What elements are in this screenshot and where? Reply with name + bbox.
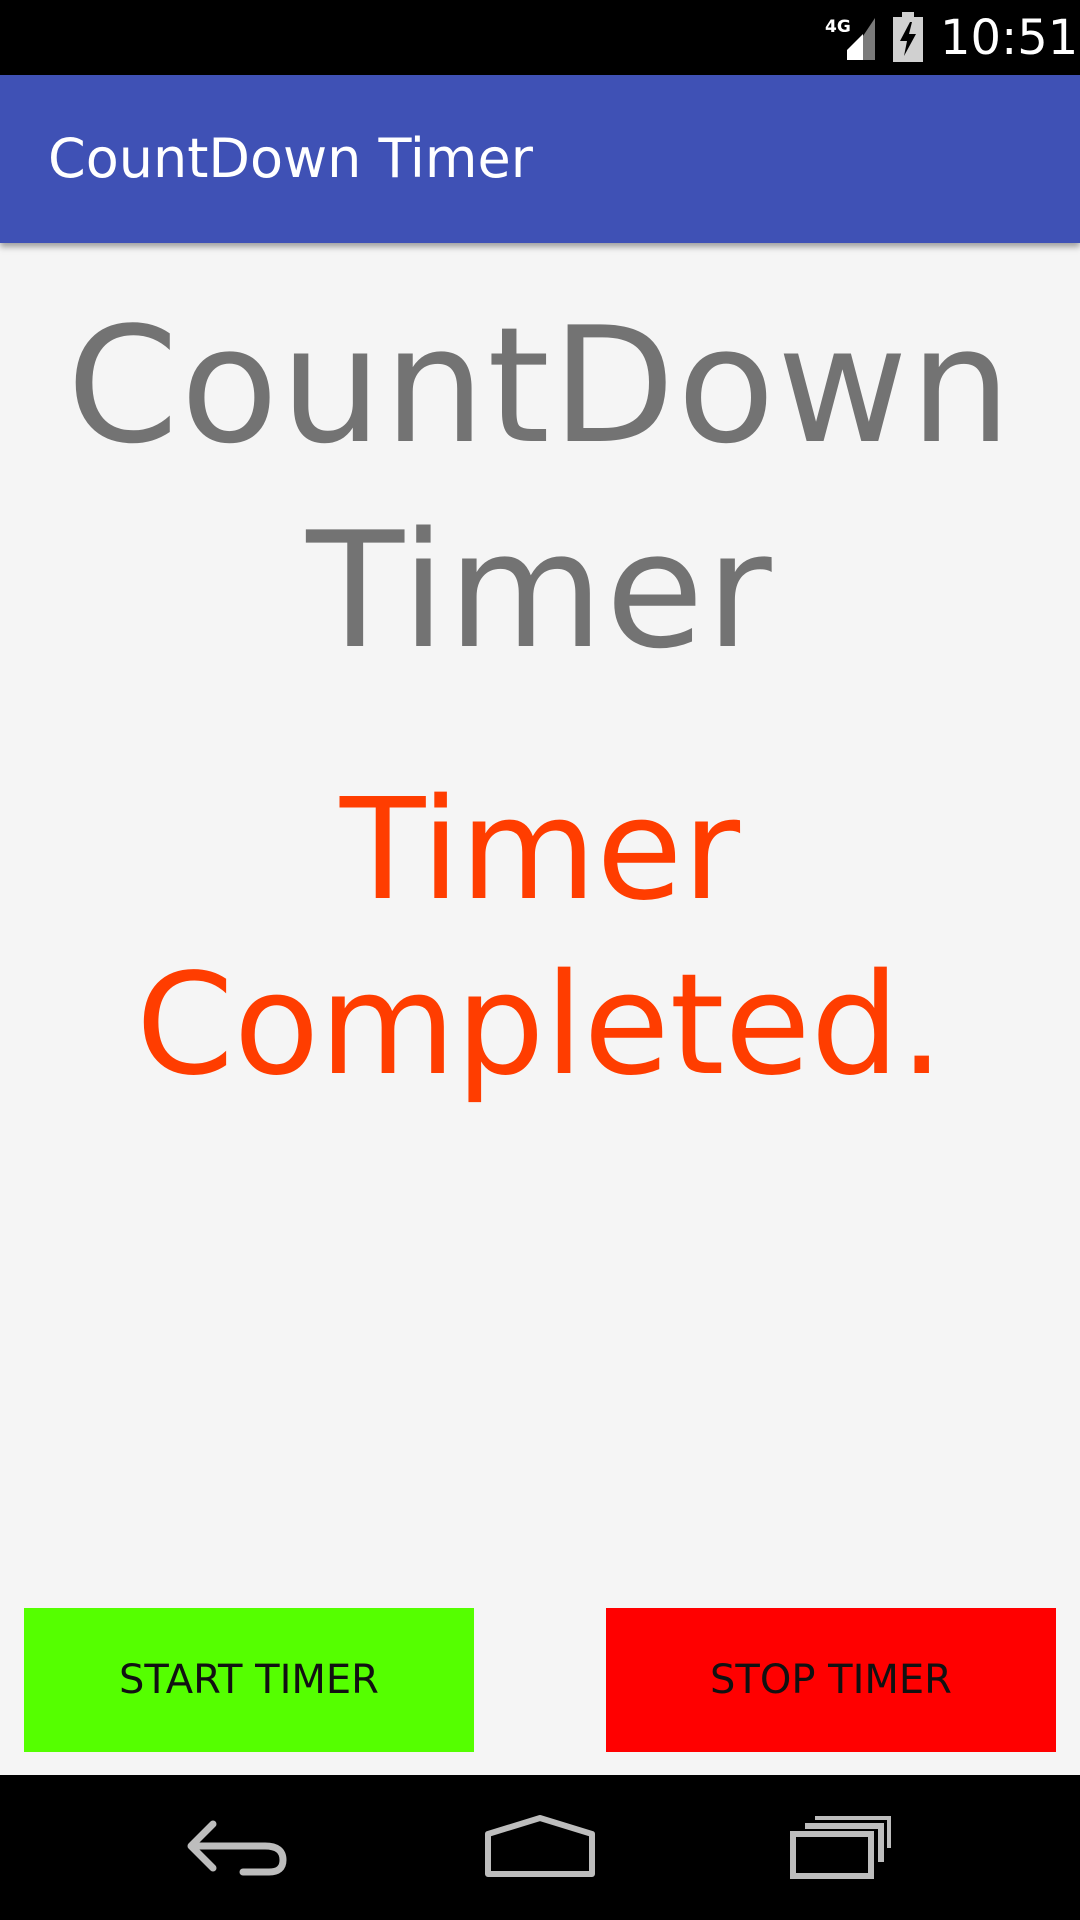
battery-charging-icon	[893, 12, 923, 62]
start-timer-button[interactable]: START TIMER	[24, 1608, 474, 1752]
app-bar: CountDown Timer	[0, 75, 1080, 243]
status-clock: 10:51	[940, 10, 1079, 66]
svg-text:4G: 4G	[825, 17, 851, 37]
navigation-bar	[0, 1775, 1080, 1920]
stop-timer-button[interactable]: STOP TIMER	[606, 1608, 1056, 1752]
timer-status-text: Timer Completed.	[135, 769, 945, 1107]
stop-timer-label: STOP TIMER	[710, 1657, 952, 1703]
screen: 4G 10:51 CountDown Timer CountDown Timer…	[0, 0, 1080, 1920]
recents-button[interactable]	[760, 1797, 920, 1897]
page-heading: CountDown Timer	[66, 292, 1014, 684]
app-title: CountDown Timer	[48, 127, 533, 190]
recents-icon	[790, 1816, 891, 1879]
back-button[interactable]	[158, 1797, 318, 1897]
back-icon	[187, 1820, 287, 1876]
start-timer-label: START TIMER	[119, 1657, 379, 1703]
home-button[interactable]	[460, 1797, 620, 1897]
status-bar: 4G 10:51	[0, 0, 1080, 75]
home-icon	[485, 1815, 595, 1877]
signal-icon: 4G	[825, 17, 875, 60]
main-content: CountDown Timer Timer Completed. START T…	[0, 243, 1080, 1775]
